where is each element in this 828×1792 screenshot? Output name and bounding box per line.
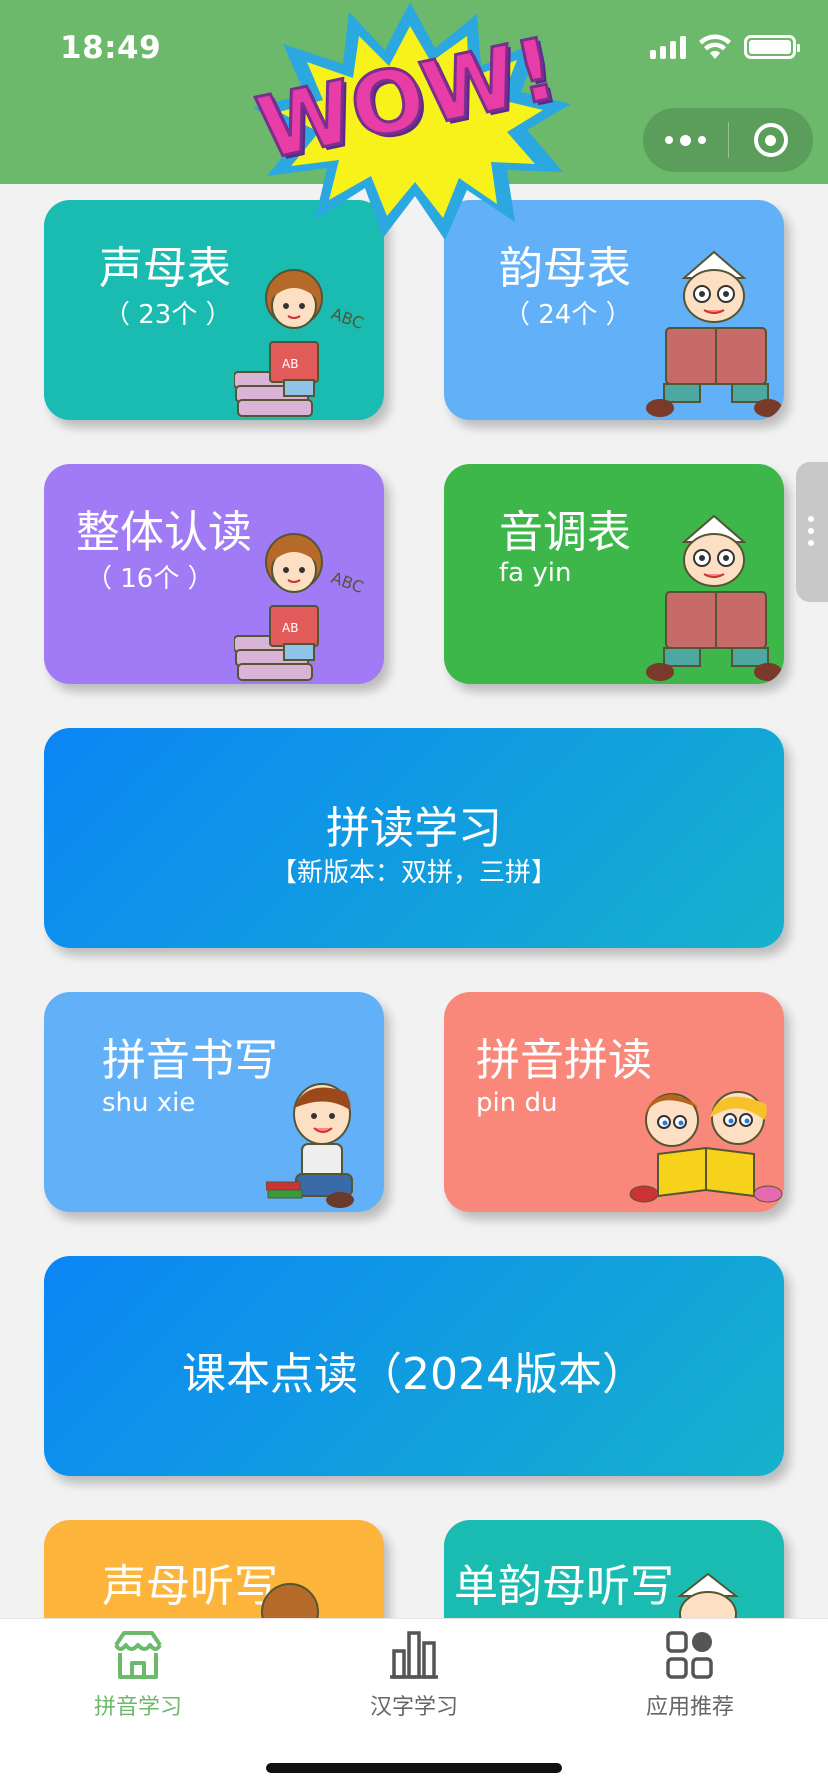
vertical-dots-icon: [808, 516, 814, 546]
status-time: 18:49: [60, 30, 162, 66]
kids-reading-book-illustration: [629, 1091, 783, 1203]
card-zhengti-rendu[interactable]: 整体认读 （ 16个 ） AB ABC: [44, 464, 384, 684]
girl-reading-illustration: AB ABC: [234, 269, 366, 417]
wifi-icon: [699, 34, 731, 59]
card-pinyin-writing[interactable]: 拼音书写 shu xie: [44, 992, 384, 1212]
bar-chart-icon: [390, 1631, 438, 1679]
status-icons: [650, 34, 800, 60]
card-title: 整体认读: [76, 507, 252, 558]
card-subtitle: （ 24个 ）: [504, 300, 632, 330]
store-icon: [114, 1631, 162, 1679]
tab-app-recommend[interactable]: 应用推荐: [590, 1627, 790, 1721]
card-title: 课本点读（2024版本）: [182, 1349, 646, 1400]
card-subtitle: shu xie: [102, 1088, 196, 1118]
girl-reading-illustration: AB ABC: [234, 533, 366, 681]
wow-burst-decoration: WOW! WOW!: [248, 2, 571, 240]
boy-reading-book-illustration: [646, 250, 782, 417]
svg-text:ABC: ABC: [329, 568, 366, 597]
target-icon: [753, 123, 788, 157]
tab-label: 汉字学习: [369, 1695, 458, 1720]
card-yindiao-table[interactable]: 音调表 fa yin: [444, 464, 784, 684]
boy-reading-book-illustration: [646, 514, 782, 681]
close-mini-program-button[interactable]: [729, 123, 814, 157]
more-menu-button[interactable]: [643, 134, 728, 146]
card-title: 拼音拼读: [476, 1035, 652, 1086]
boy-with-books-illustration: [266, 1083, 354, 1208]
svg-text:AB: AB: [282, 357, 298, 371]
card-title: 音调表: [499, 507, 631, 558]
apps-grid-icon: [666, 1631, 713, 1679]
svg-text:ABC: ABC: [329, 304, 366, 333]
tab-label: 应用推荐: [645, 1695, 734, 1720]
tab-hanzi-study[interactable]: 汉字学习: [314, 1627, 514, 1721]
card-title: 声母表: [99, 243, 231, 294]
card-subtitle: （ 23个 ）: [104, 300, 232, 330]
floating-side-handle[interactable]: [796, 462, 828, 602]
svg-text:AB: AB: [282, 621, 298, 635]
battery-icon: [744, 35, 800, 59]
card-subtitle: pin du: [476, 1088, 558, 1118]
card-subtitle: fa yin: [499, 558, 572, 588]
card-pinyin-pindu[interactable]: 拼音拼读 pin du: [444, 992, 784, 1212]
mini-program-capsule: [643, 108, 813, 172]
card-subtitle: 【新版本：双拼，三拼】: [270, 858, 557, 888]
cellular-signal-icon: [650, 35, 686, 59]
card-title: 拼读学习: [326, 803, 502, 854]
tab-label: 拼音学习: [93, 1695, 182, 1720]
card-textbook-reading[interactable]: 课本点读（2024版本）: [44, 1256, 784, 1476]
card-title: 拼音书写: [102, 1035, 278, 1086]
card-title: 单韵母听写: [454, 1561, 674, 1612]
home-indicator: [266, 1763, 562, 1773]
tab-pinyin-study[interactable]: 拼音学习: [38, 1627, 238, 1721]
card-subtitle: （ 16个 ）: [86, 564, 214, 594]
card-pindu-study[interactable]: 拼读学习 【新版本：双拼，三拼】: [44, 728, 784, 948]
